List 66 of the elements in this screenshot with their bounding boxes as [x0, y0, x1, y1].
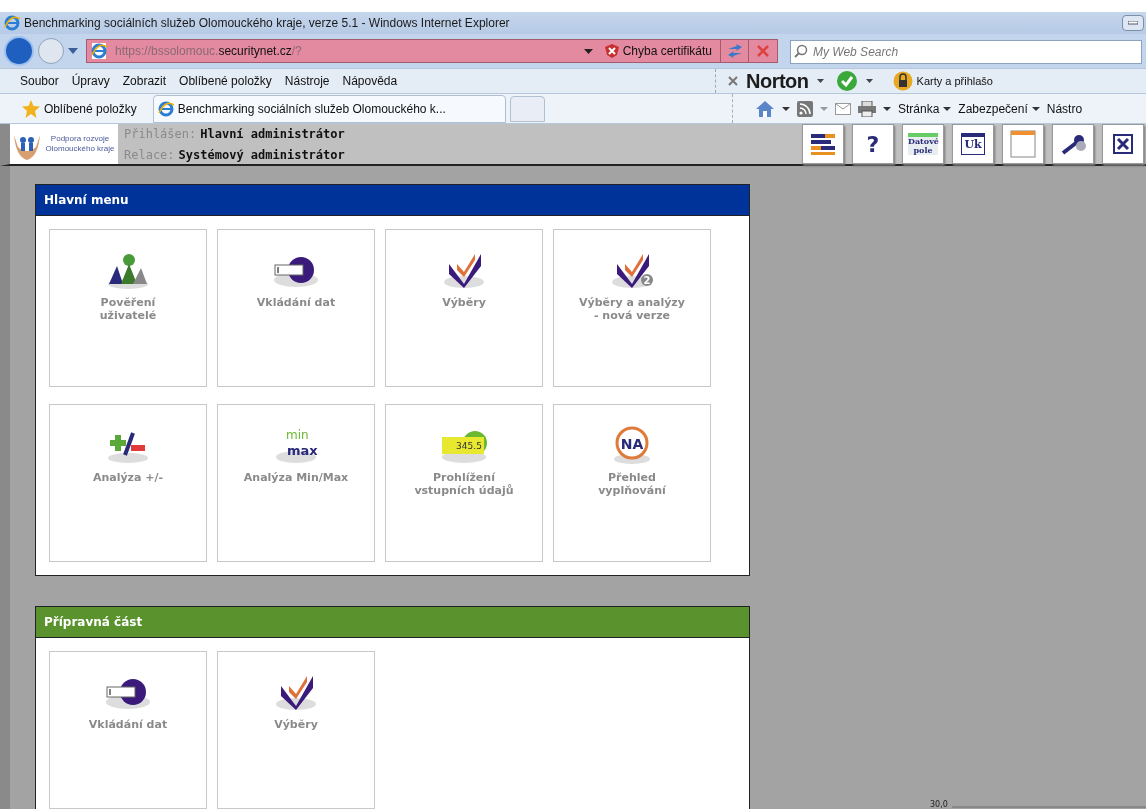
menu-item[interactable]: Oblíbené položky — [179, 72, 272, 90]
dropdown-icon — [68, 48, 78, 54]
shield-error-icon — [604, 44, 619, 58]
toolbar-button[interactable]: Datové pole — [902, 124, 944, 164]
certificate-error-label[interactable]: Chyba certifikátu — [622, 40, 721, 62]
norton-logo: Norton — [746, 71, 809, 91]
refresh-icon — [726, 44, 743, 58]
dropdown-icon — [943, 106, 952, 111]
keys-icon — [1059, 133, 1087, 155]
menu-tile[interactable]: NA Přehled vyplňování — [553, 404, 711, 562]
toolbar-button[interactable]: Uk — [952, 124, 994, 164]
axis-label: 30,0 — [930, 800, 948, 809]
close-icon — [1113, 134, 1133, 154]
padlock-icon — [892, 71, 913, 91]
window-icon — [1010, 130, 1036, 158]
checkmark-icon — [835, 70, 858, 92]
dropdown-icon — [883, 106, 891, 111]
minimize-icon — [1128, 21, 1138, 25]
feed-icon — [797, 100, 813, 117]
minimize-button[interactable] — [1122, 15, 1144, 31]
dropdown-icon — [1031, 106, 1040, 111]
printer-icon — [858, 100, 876, 117]
browser-logo-icon — [4, 15, 20, 31]
search-field[interactable]: My Web Search — [790, 40, 1142, 64]
new-tab-button[interactable] — [509, 95, 545, 122]
menu-tile[interactable]: 345.5 Prohlížení vstupních údajů — [385, 404, 543, 562]
menu-item[interactable]: Soubor — [20, 72, 59, 90]
address-field[interactable]: https://bssolomouc.securitynet.cz/? — [115, 42, 584, 60]
close-icon — [757, 45, 769, 57]
favorites-button[interactable]: Oblíbené položky — [0, 94, 145, 123]
search-icon — [794, 44, 808, 58]
menu-item[interactable]: Nápověda — [342, 72, 398, 90]
dropdown-icon — [816, 79, 824, 83]
browser-tab[interactable]: Benchmarking sociálních služeb Olomouckého k... — [152, 94, 506, 123]
field-value: Hlavní administrátor — [200, 125, 345, 143]
page-icon — [91, 43, 107, 59]
toolbar-button[interactable] — [1102, 124, 1144, 164]
dropdown-icon — [782, 106, 790, 111]
panel-header: Hlavní menu — [36, 185, 749, 216]
menu-tile[interactable]: min max Analýza Min/Max — [217, 404, 375, 562]
toolbar-button[interactable]: Karty a přihlašo — [916, 72, 993, 90]
dropdown-icon — [820, 106, 828, 111]
panel-header: Přípravná část — [36, 607, 749, 638]
menu-item[interactable]: Zobrazit — [122, 72, 167, 90]
mail-icon — [835, 102, 851, 115]
menu-item[interactable]: Nástroje — [284, 72, 330, 90]
star-icon — [22, 99, 40, 118]
browser-logo-icon — [157, 100, 174, 117]
dropdown-icon — [865, 79, 873, 83]
home-icon — [755, 99, 775, 118]
menu-tile[interactable]: 2 Výběry a analýzy - nová verze — [553, 229, 711, 387]
forward-button[interactable] — [38, 38, 64, 64]
window-title: Benchmarking sociálních služeb Olomouckého kraje, verze 5.1 - Windows Internet Explorer — [24, 15, 510, 32]
menu-item[interactable]: Úpravy — [71, 72, 110, 90]
toolbar-button[interactable] — [802, 124, 844, 164]
field-value: Systémový administrátor — [178, 146, 345, 164]
toolbar-button[interactable] — [1052, 124, 1094, 164]
back-button[interactable] — [4, 36, 34, 66]
command-menu[interactable]: Nástro — [1046, 99, 1083, 118]
logo-text: Podpora rozvoje Olomouckého kraje — [44, 134, 116, 154]
list-icon — [809, 133, 837, 155]
command-menu[interactable]: Stránka — [898, 99, 952, 118]
toolbar-button[interactable]: ? — [852, 124, 894, 164]
dropdown-icon — [583, 48, 593, 54]
command-menu[interactable]: Zabezpečení — [958, 99, 1040, 118]
close-icon — [728, 76, 738, 86]
